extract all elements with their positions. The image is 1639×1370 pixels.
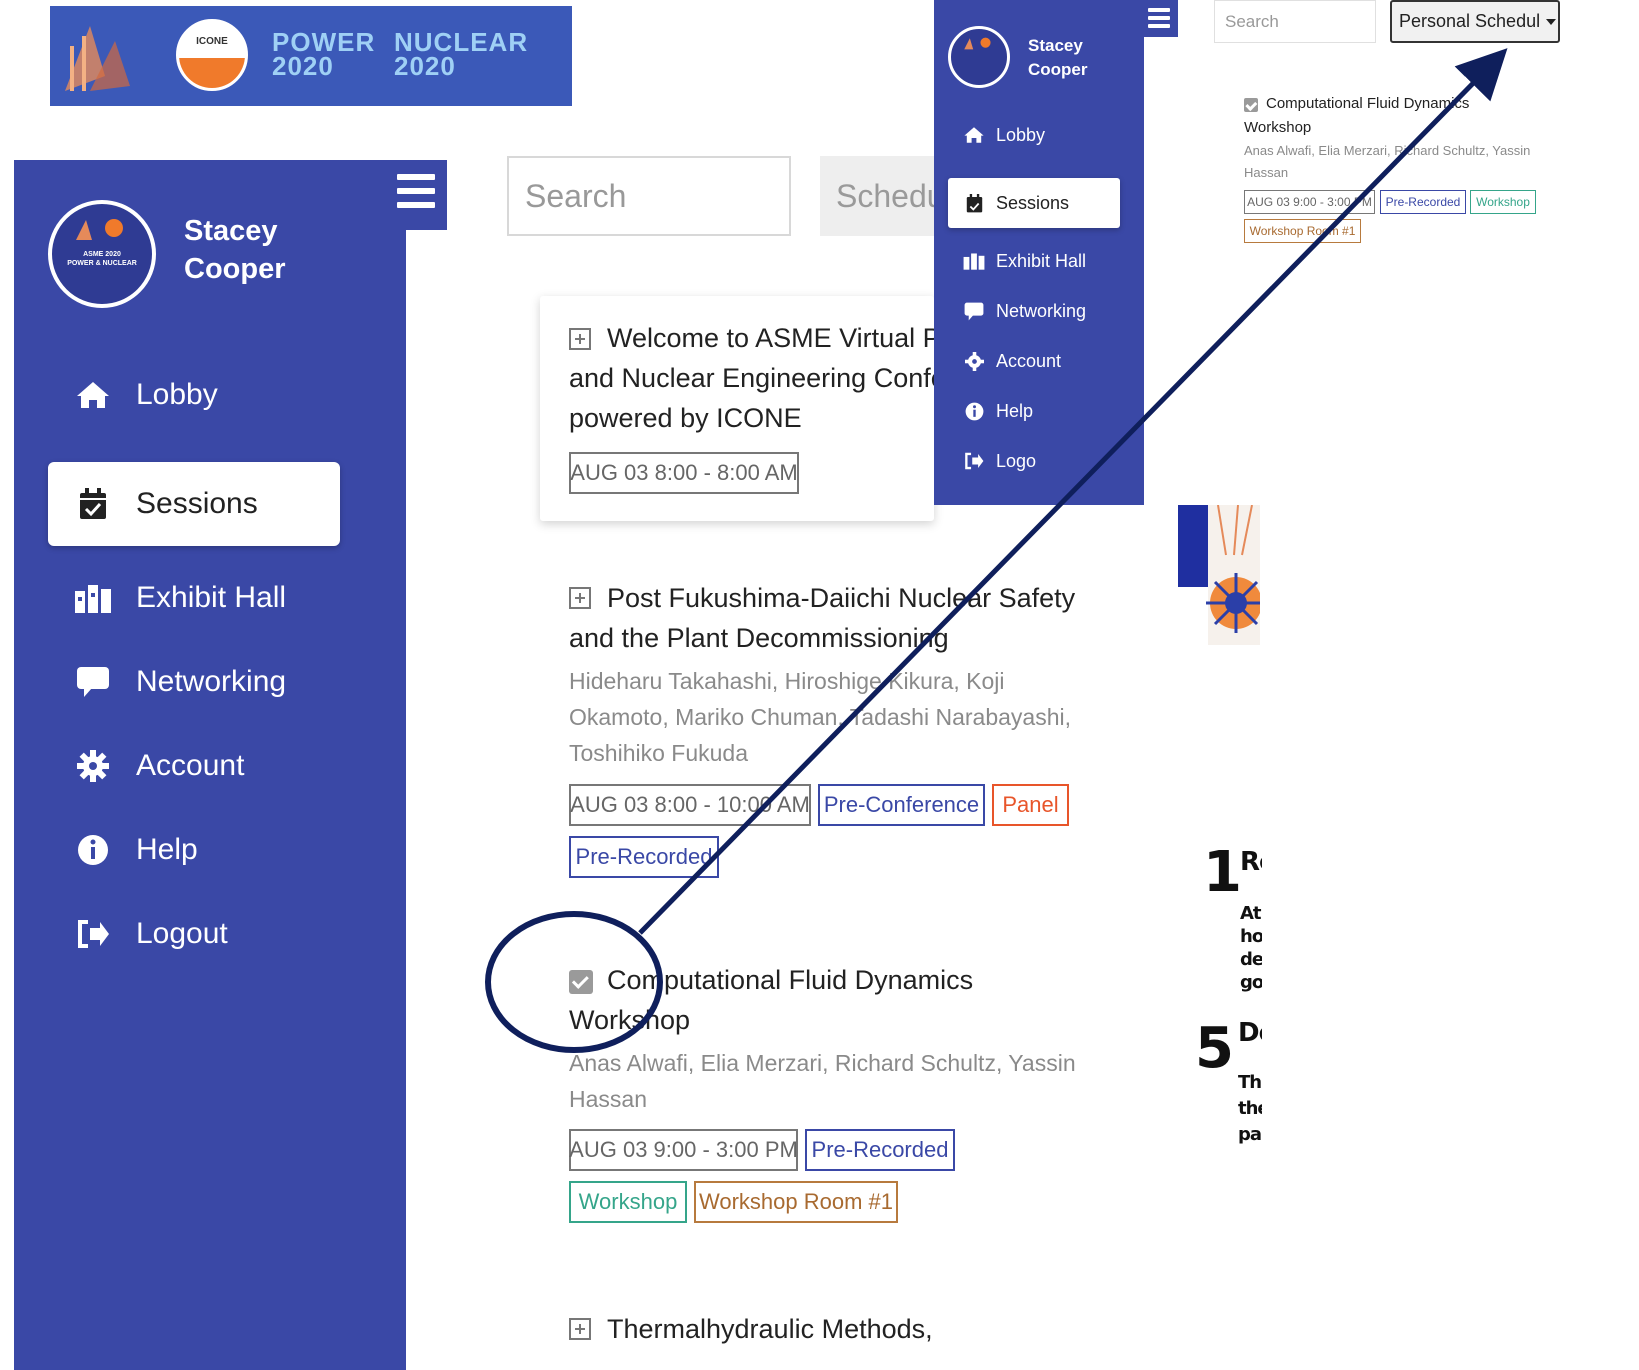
session-title[interactable]: Thermalhydraulic Methods,	[607, 1309, 1107, 1349]
poster-text-block: Do Th the pa	[1238, 1018, 1262, 1145]
sidebar-item-sessions[interactable]: Sessions	[948, 178, 1120, 228]
calendar-check-icon	[960, 193, 988, 213]
session-title[interactable]: Welcome to ASME Virtual POV and Nuclear …	[569, 318, 969, 438]
sidebar-item-lobby[interactable]: Lobby	[48, 365, 348, 425]
sign-out-icon	[960, 452, 988, 470]
poster-art-icon	[1178, 505, 1260, 645]
session-authors: Hideharu Takahashi, Hiroshige Kikura, Ko…	[569, 668, 1071, 766]
home-icon	[68, 380, 118, 410]
user-name: Stacey Cooper	[1028, 36, 1088, 79]
expand-icon[interactable]	[569, 1318, 591, 1340]
session-title[interactable]: Post Fukushima-Daiichi Nuclear Safety an…	[569, 578, 1089, 658]
personal-schedule-dropdown[interactable]: Personal Schedul	[1390, 0, 1560, 43]
info-icon	[960, 402, 988, 421]
avatar: ASME 2020 POWER & NUCLEAR	[48, 200, 156, 308]
sidebar-item-exhibit-hall[interactable]: Exhibit Hall	[48, 568, 348, 628]
mini-session-title[interactable]: Computational Fluid Dynamics Workshop	[1244, 92, 1574, 140]
chat-icon	[68, 666, 118, 698]
sidebar: ASME 2020 POWER & NUCLEAR Stacey Cooper L…	[14, 160, 406, 1370]
inset-sidebar: Stacey Cooper Lobby Sessions Exhibit Hal…	[934, 0, 1144, 505]
sign-out-icon	[68, 919, 118, 949]
sidebar-item-account[interactable]: Account	[48, 736, 348, 796]
menu-toggle-button[interactable]	[1140, 0, 1178, 37]
banner-artwork-icon	[60, 16, 140, 96]
exhibit-hall-icon	[68, 583, 118, 613]
sidebar-item-logout[interactable]: Logo	[948, 446, 1128, 476]
conference-logo-icon	[964, 37, 991, 50]
tag-badge: Workshop Room #1	[694, 1181, 898, 1223]
conference-banner: ICONE POWER 2020 NUCLEAR 2020	[50, 6, 572, 106]
info-icon	[68, 834, 118, 866]
sidebar-item-account[interactable]: Account	[948, 346, 1128, 376]
tag-badge: Pre-Recorded	[569, 836, 719, 878]
user-name: Stacey Cooper	[184, 215, 286, 285]
tag-badge: Pre-Recorded	[1380, 190, 1466, 214]
hamburger-icon	[397, 174, 435, 180]
gear-icon	[960, 351, 988, 371]
poster-image	[1178, 505, 1260, 645]
sidebar-item-help[interactable]: Help	[948, 396, 1128, 426]
tag-badge: Workshop	[569, 1181, 687, 1223]
gear-icon	[68, 750, 118, 782]
schedule-dropdown[interactable]: Schedul	[820, 156, 934, 236]
banner-power: POWER 2020	[272, 27, 376, 81]
time-badge: AUG 03 9:00 - 3:00 PM	[569, 1129, 798, 1171]
mini-session-authors: Anas Alwafi, Elia Merzari, Richard Schul…	[1244, 143, 1531, 180]
icone-logo: ICONE	[176, 19, 248, 91]
sidebar-item-exhibit-hall[interactable]: Exhibit Hall	[948, 246, 1128, 276]
exhibit-hall-icon	[960, 252, 988, 270]
tag-badge: Workshop Room #1	[1244, 219, 1361, 243]
sidebar-item-networking[interactable]: Networking	[48, 652, 348, 712]
session-authors: Anas Alwafi, Elia Merzari, Richard Schul…	[569, 1050, 1076, 1112]
sidebar-item-networking[interactable]: Networking	[948, 296, 1128, 326]
time-badge: AUG 03 8:00 - 10:00 AM	[569, 784, 811, 826]
tag-badge: Panel	[992, 784, 1069, 826]
conference-logo-icon	[76, 219, 123, 240]
time-badge: AUG 03 8:00 - 8:00 AM	[569, 452, 799, 494]
menu-toggle-button[interactable]	[389, 160, 447, 230]
session-title[interactable]: Computational Fluid Dynamics Workshop	[569, 960, 1089, 1040]
tag-badge: Pre-Conference	[818, 784, 985, 826]
poster-text-block: Re At ho de go	[1240, 847, 1262, 993]
chevron-down-icon	[1546, 18, 1557, 25]
sidebar-item-lobby[interactable]: Lobby	[948, 120, 1128, 150]
banner-nuclear: NUCLEAR 2020	[394, 27, 529, 81]
tag-badge: Pre-Recorded	[805, 1129, 955, 1171]
calendar-check-icon	[68, 488, 118, 520]
hamburger-icon	[1148, 8, 1170, 12]
tag-badge: Workshop	[1470, 190, 1536, 214]
search-input[interactable]: Search	[1214, 0, 1376, 43]
search-input[interactable]: Search	[507, 156, 791, 236]
poster-number: 5	[1195, 1016, 1234, 1081]
sidebar-item-logout[interactable]: Logout	[48, 904, 348, 964]
sidebar-item-sessions[interactable]: Sessions	[48, 462, 340, 546]
home-icon	[960, 126, 988, 144]
time-badge: AUG 03 9:00 - 3:00 PM	[1244, 190, 1375, 214]
avatar	[948, 26, 1010, 88]
sidebar-item-help[interactable]: Help	[48, 820, 348, 880]
poster-number: 1	[1203, 840, 1242, 905]
chat-icon	[960, 302, 988, 321]
